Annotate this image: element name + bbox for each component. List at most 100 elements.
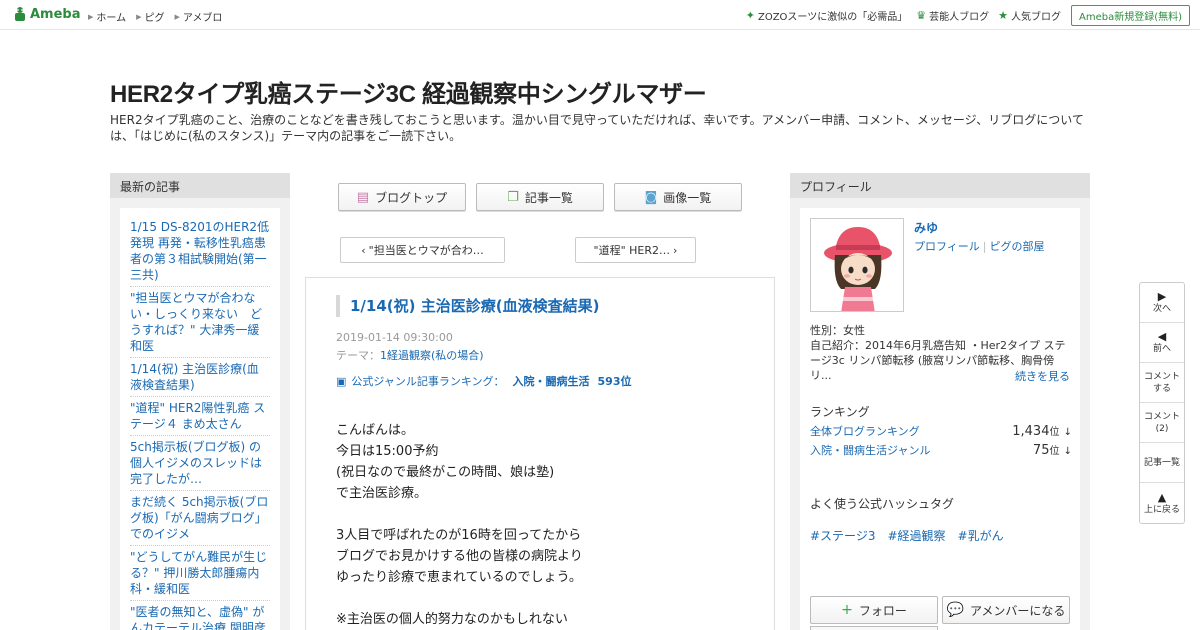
nav-ameblo[interactable]: ▶ アメブロ [174, 9, 223, 25]
hashtag-list: #ステージ3 #経過観察 #乳がん [810, 527, 1004, 544]
write-comment-button[interactable]: コメントする [1140, 363, 1184, 403]
prev-label: 前へ [1152, 344, 1171, 354]
ranking-label[interactable]: 入院・闘病生活ジャンル [810, 442, 930, 458]
sparkle-icon: ✦ [745, 9, 755, 22]
ranking-value: 1,434位 ↓ [1012, 424, 1072, 439]
comments-button[interactable]: コメント(2) [1140, 403, 1184, 443]
promo-link[interactable]: ✦ ZOZOスーツに激似の「必需品」 [746, 8, 907, 23]
hashtag-link[interactable]: #ステージ3 [810, 527, 875, 544]
ameba-logo[interactable]: Ameba [13, 6, 81, 22]
hashtag-link[interactable]: #乳がん [958, 527, 1004, 544]
recent-entries-heading: 最新の記事 [110, 173, 290, 198]
read-more-link[interactable]: 続きを見る [1015, 368, 1070, 384]
blog-toolbar: ▤ ブログトップ ❐ 記事一覧 ◙ 画像一覧 [338, 183, 742, 211]
next-button[interactable]: ▶ 次へ [1140, 283, 1184, 323]
next-entry-link[interactable]: "道程" HER2… › [575, 237, 696, 263]
crown-icon: ♛ [916, 9, 927, 22]
recent-entry-link[interactable]: "担当医とウマが合わない・しっくり来ない どうすれば？" 大津秀一緩和医 [130, 287, 270, 358]
entry-theme-link[interactable]: 1経過観察(私の場合) [380, 349, 484, 362]
blog-top-label: ブログトップ [375, 190, 448, 205]
back-to-top-label: 上に戻る [1143, 504, 1180, 515]
follow-button[interactable]: + フォロー [810, 596, 938, 624]
hashtag-link[interactable]: #経過観察 [887, 527, 945, 544]
image-list-label: 画像一覧 [663, 190, 712, 205]
global-nav: ▶ ホーム ▶ ピグ ▶ アメブロ [88, 9, 223, 25]
nav-pig[interactable]: ▶ ピグ [136, 9, 165, 25]
genre-ranking-label: 公式ジャンル記事ランキング： [351, 375, 505, 388]
pig-room-link[interactable]: ピグの部屋 [990, 240, 1045, 253]
nav-home-label: ホーム [96, 13, 127, 24]
recent-entry-link[interactable]: 1/15 DS-8201のHER2低発現 再発・転移性乳癌患者の第３相試験開始(… [130, 216, 270, 287]
recent-entries-list: 1/15 DS-8201のHER2低発現 再発・転移性乳癌患者の第３相試験開始(… [120, 208, 280, 630]
profile-links: プロフィール | ピグの部屋 [914, 240, 1045, 253]
chevron-right-icon: ▶ [136, 12, 142, 21]
entry-list-button[interactable]: ❐ 記事一覧 [476, 183, 604, 211]
chevron-left-icon: ‹ [361, 243, 366, 257]
entry-body-line: ゆったり診療で恵まれているのでしょう。 [336, 570, 582, 585]
celebrity-blog-link[interactable]: ♛ 芸能人ブログ [916, 8, 989, 23]
entry-body: こんばんは。 今日は15:00予約 (祝日なので最終がこの時間、娘は塾) で主治… [336, 420, 583, 630]
popular-blog-link[interactable]: ★ 人気ブログ [998, 8, 1061, 23]
amember-label: アメンバーになる [970, 603, 1066, 618]
entry-body-line: ※主治医の個人的努力なのかもしれない [336, 612, 568, 627]
message-button[interactable] [810, 626, 938, 630]
ranking-label[interactable]: 全体ブログランキング [810, 423, 920, 439]
profile-content: みゆ プロフィール | ピグの部屋 性別：女性 自己紹介：2014年6月乳癌告知 ・… [800, 208, 1080, 630]
genre-ranking-genre: 入院・闘病生活 [512, 375, 590, 388]
blog-title[interactable]: HER2タイプ乳癌ステージ3C 経過観察中シングルマザー [110, 74, 707, 109]
entry-body-line: ブログでお見かけする他の皆様の病院より [336, 549, 583, 564]
amember-button[interactable]: 💬 アメンバーになる [942, 596, 1070, 624]
recent-entry-link[interactable]: 5ch掲示板(ブログ板) の個人イジメのスレッドは完了したが… [130, 436, 270, 491]
entry-list-side-label: 記事一覧 [1143, 457, 1180, 468]
chevron-right-icon: ▶ [174, 12, 180, 21]
image-list-button[interactable]: ◙ 画像一覧 [614, 183, 742, 211]
entry-list-side-button[interactable]: 記事一覧 [1140, 443, 1184, 483]
genre-ranking[interactable]: ▣ 公式ジャンル記事ランキング： 入院・闘病生活 593位 [336, 373, 632, 389]
avatar-illustration [811, 219, 903, 311]
back-to-top-button[interactable]: ▲ 上に戻る [1140, 483, 1184, 523]
entry-body-line: (祝日なので最終がこの時間、娘は塾) [336, 465, 555, 480]
ameba-logo-icon [15, 7, 25, 21]
entry-theme-label: テーマ： [336, 349, 380, 362]
documents-icon: ❐ [507, 189, 519, 205]
entry-theme: テーマ：1経過観察(私の場合) [336, 347, 484, 363]
prev-button[interactable]: ◀ 前へ [1140, 323, 1184, 363]
recent-entry-link[interactable]: "どうしてがん難民が生じる？" 押川勝太郎腫瘍内科・緩和医 [130, 546, 270, 601]
header-right-links: ✦ ZOZOスーツに激似の「必需品」 ♛ 芸能人ブログ ★ 人気ブログ Ameba新規… [746, 5, 1200, 26]
chevron-right-icon: › [673, 243, 678, 257]
chevron-right-icon: ▶ [88, 12, 94, 21]
recent-entry-link[interactable]: まだ続く 5ch掲示板(ブログ板)「がん闘病ブログ」でのイジメ [130, 491, 270, 546]
entry-title[interactable]: 1/14(祝) 主治医診療(血液検査結果) [336, 295, 599, 317]
logo-text: Ameba [30, 6, 81, 22]
prev-entry-link[interactable]: ‹ "担当医とウマが合わ… [340, 237, 505, 263]
recent-entry-link[interactable]: "医者の無知と、虚偽" がんカテーテル治療 関明彦 [130, 601, 270, 630]
ranking-icon: ▣ [336, 374, 347, 388]
recent-entry-link[interactable]: "道程" HER2陽性乳癌 ステージ４ まめ太さん [130, 397, 270, 436]
profile-name[interactable]: みゆ [914, 219, 938, 236]
popular-blog-label: 人気ブログ [1010, 12, 1061, 23]
follow-label: フォロー [858, 603, 907, 618]
register-button[interactable]: Ameba新規登録(無料) [1070, 5, 1190, 26]
profile-gender: 性別：女性 [810, 324, 865, 337]
entry-date: 2019-01-14 09:30:00 [336, 331, 453, 344]
entry-body-blank [336, 588, 583, 609]
nav-ameblo-label: アメブロ [182, 13, 223, 24]
recent-entry-link[interactable]: 1/14(祝) 主治医診療(血液検査結果) [130, 358, 270, 397]
nav-home[interactable]: ▶ ホーム [88, 9, 127, 25]
camera-icon: ◙ [644, 189, 658, 205]
play-left-icon: ◀ [1157, 330, 1167, 343]
blog-description: HER2タイプ乳癌のこと、治療のことなどを書き残しておこうと思います。温かい目で… [110, 113, 1084, 143]
promo-label: ZOZOスーツに激似の「必需品」 [757, 12, 908, 23]
profile-link[interactable]: プロフィール [914, 240, 980, 253]
next-label: 次へ [1152, 304, 1171, 314]
avatar[interactable] [810, 218, 904, 312]
profile-heading: プロフィール [790, 173, 1090, 198]
ranking-row: 全体ブログランキング 1,434位 ↓ [810, 423, 1072, 439]
entry-body-blank [336, 504, 583, 525]
global-header: Ameba ▶ ホーム ▶ ピグ ▶ アメブロ ✦ ZOZOスーツに激似の「必需品」 ♛… [0, 0, 1200, 30]
nav-pig-label: ピグ [144, 13, 165, 24]
blog-top-button[interactable]: ▤ ブログトップ [338, 183, 466, 211]
comments-label: コメント(2) [1144, 411, 1181, 434]
celebrity-blog-label: 芸能人ブログ [929, 12, 990, 23]
hashtag-heading: よく使う公式ハッシュタグ [810, 497, 955, 511]
